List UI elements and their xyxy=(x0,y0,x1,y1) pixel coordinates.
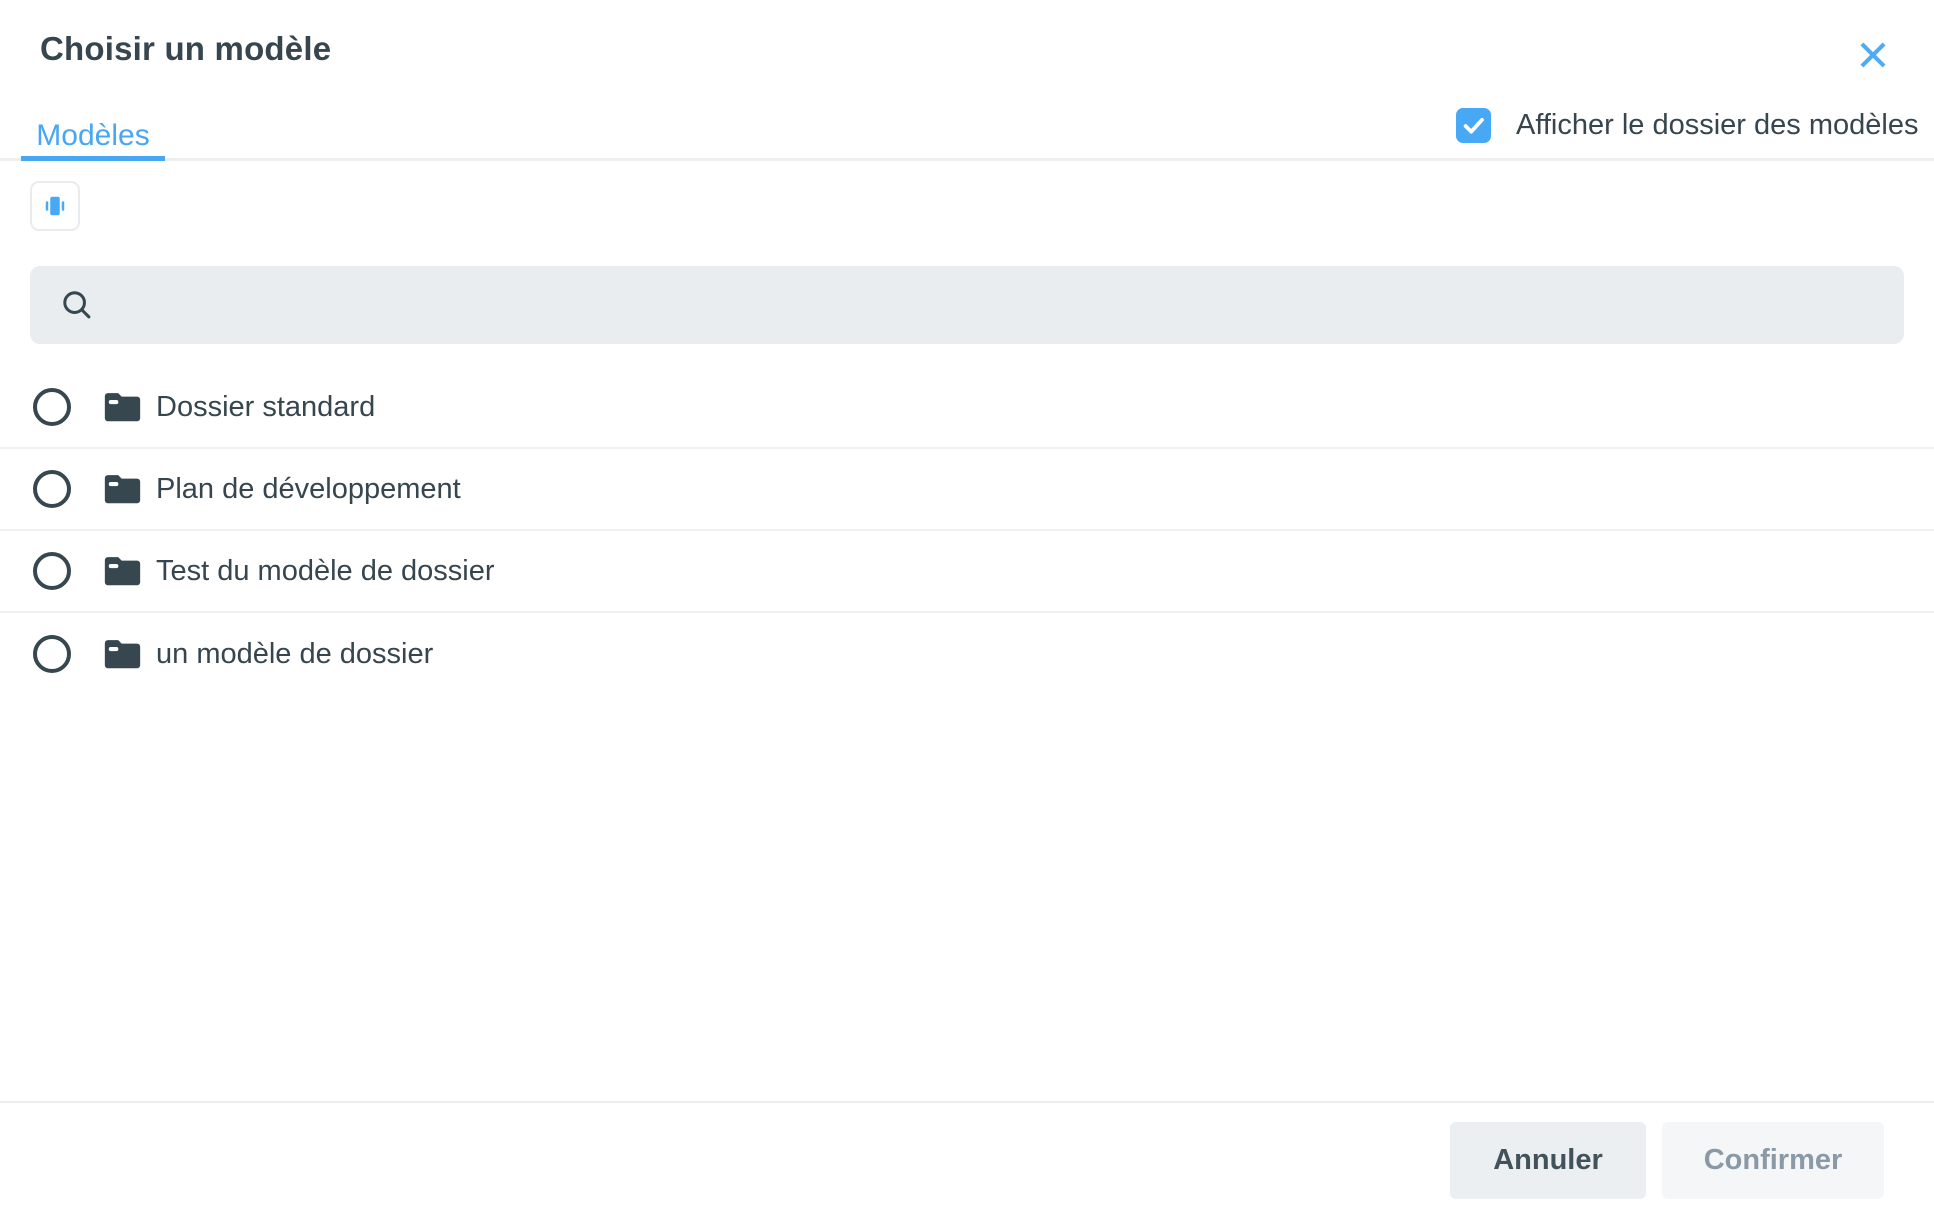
view-toggle-button[interactable] xyxy=(30,181,80,231)
confirm-button[interactable]: Confirmer xyxy=(1662,1122,1884,1199)
dialog-title: Choisir un modèle xyxy=(40,30,331,68)
tab-modeles-label: Modèles xyxy=(36,119,149,153)
search-input[interactable] xyxy=(114,266,1884,344)
radio-button[interactable] xyxy=(33,388,71,426)
view-carousel-icon xyxy=(40,191,70,221)
tab-active-underline xyxy=(21,156,165,161)
template-label: Test du modèle de dossier xyxy=(156,555,495,588)
show-templates-checkbox-label: Afficher le dossier des modèles xyxy=(1516,109,1918,142)
tab-modeles[interactable]: Modèles xyxy=(21,110,165,162)
radio-button[interactable] xyxy=(33,552,71,590)
template-label: un modèle de dossier xyxy=(156,638,433,671)
footer-divider xyxy=(0,1101,1934,1103)
cancel-button[interactable]: Annuler xyxy=(1450,1122,1646,1199)
radio-button[interactable] xyxy=(33,635,71,673)
checkbox-checked-icon xyxy=(1456,108,1491,143)
tabbar-divider xyxy=(0,158,1934,161)
search-icon xyxy=(58,286,96,324)
folder-icon xyxy=(104,391,141,424)
template-list: Dossier standard Plan de développement T… xyxy=(0,367,1934,695)
template-row-un-modele[interactable]: un modèle de dossier xyxy=(0,613,1934,695)
show-templates-checkbox[interactable]: Afficher le dossier des modèles xyxy=(1456,108,1918,143)
folder-icon xyxy=(104,638,141,671)
template-label: Dossier standard xyxy=(156,391,375,424)
template-row-test-du-modele[interactable]: Test du modèle de dossier xyxy=(0,531,1934,613)
template-row-plan-de-developpement[interactable]: Plan de développement xyxy=(0,449,1934,531)
template-row-dossier-standard[interactable]: Dossier standard xyxy=(0,367,1934,449)
close-x-icon xyxy=(1854,36,1892,74)
folder-icon xyxy=(104,473,141,506)
search-bar xyxy=(30,266,1904,344)
choose-template-dialog: Choisir un modèle Modèles Afficher le do… xyxy=(0,0,1934,1212)
template-label: Plan de développement xyxy=(156,473,461,506)
radio-button[interactable] xyxy=(33,470,71,508)
close-button[interactable] xyxy=(1849,31,1897,79)
folder-icon xyxy=(104,555,141,588)
